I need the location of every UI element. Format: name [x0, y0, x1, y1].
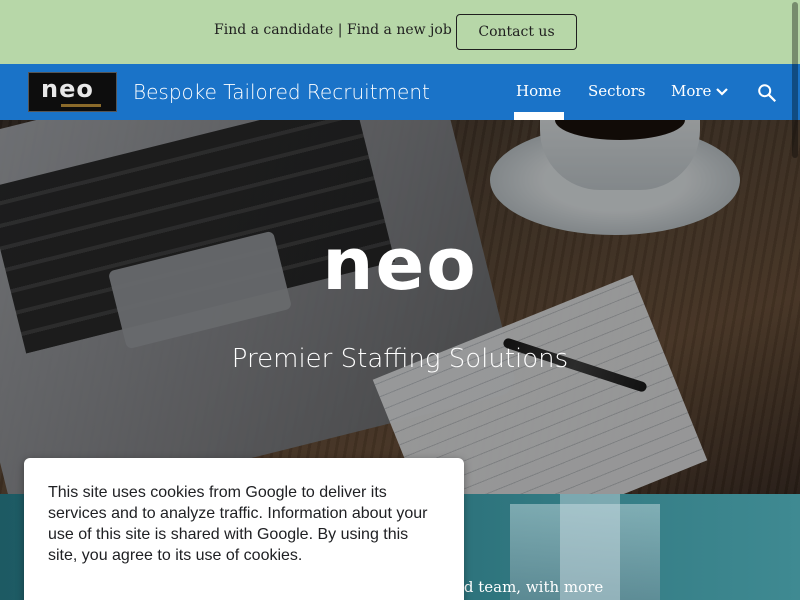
cookie-banner: This site uses cookies from Google to de… — [24, 458, 464, 600]
topbar-links: Find a candidate | Find a new job — [214, 22, 452, 38]
hero-subtitle: Premier Staffing Solutions — [231, 344, 569, 374]
search-icon[interactable] — [756, 82, 778, 104]
page-scrollbar[interactable] — [790, 0, 800, 600]
active-nav-indicator — [514, 112, 564, 120]
nav-more[interactable]: More — [671, 82, 711, 100]
nav-home[interactable]: Home — [516, 82, 561, 100]
nav-sectors[interactable]: Sectors — [588, 82, 645, 100]
hero-banner: neo Premier Staffing Solutions — [0, 120, 800, 494]
cookie-notice-text: This site uses cookies from Google to de… — [48, 484, 428, 564]
scrollbar-thumb[interactable] — [792, 2, 798, 158]
hero-overlay — [0, 120, 800, 494]
announcement-bar: Find a candidate | Find a new job Contac… — [0, 0, 800, 64]
logo-underline — [61, 104, 101, 107]
contact-us-button[interactable]: Contact us — [456, 14, 577, 50]
topbar-separator: | — [337, 22, 343, 38]
find-candidate-link[interactable]: Find a candidate — [214, 22, 333, 38]
about-text: ated team, with more — [440, 578, 604, 596]
site-logo[interactable]: neo — [28, 72, 117, 112]
site-header: neo Bespoke Tailored Recruitment Home Se… — [0, 64, 800, 120]
hero-logo: neo — [322, 222, 478, 306]
logo-wordmark: neo — [41, 75, 94, 103]
chevron-down-icon[interactable] — [714, 84, 730, 100]
site-title[interactable]: Bespoke Tailored Recruitment — [133, 80, 430, 104]
find-job-link[interactable]: Find a new job — [347, 22, 452, 38]
